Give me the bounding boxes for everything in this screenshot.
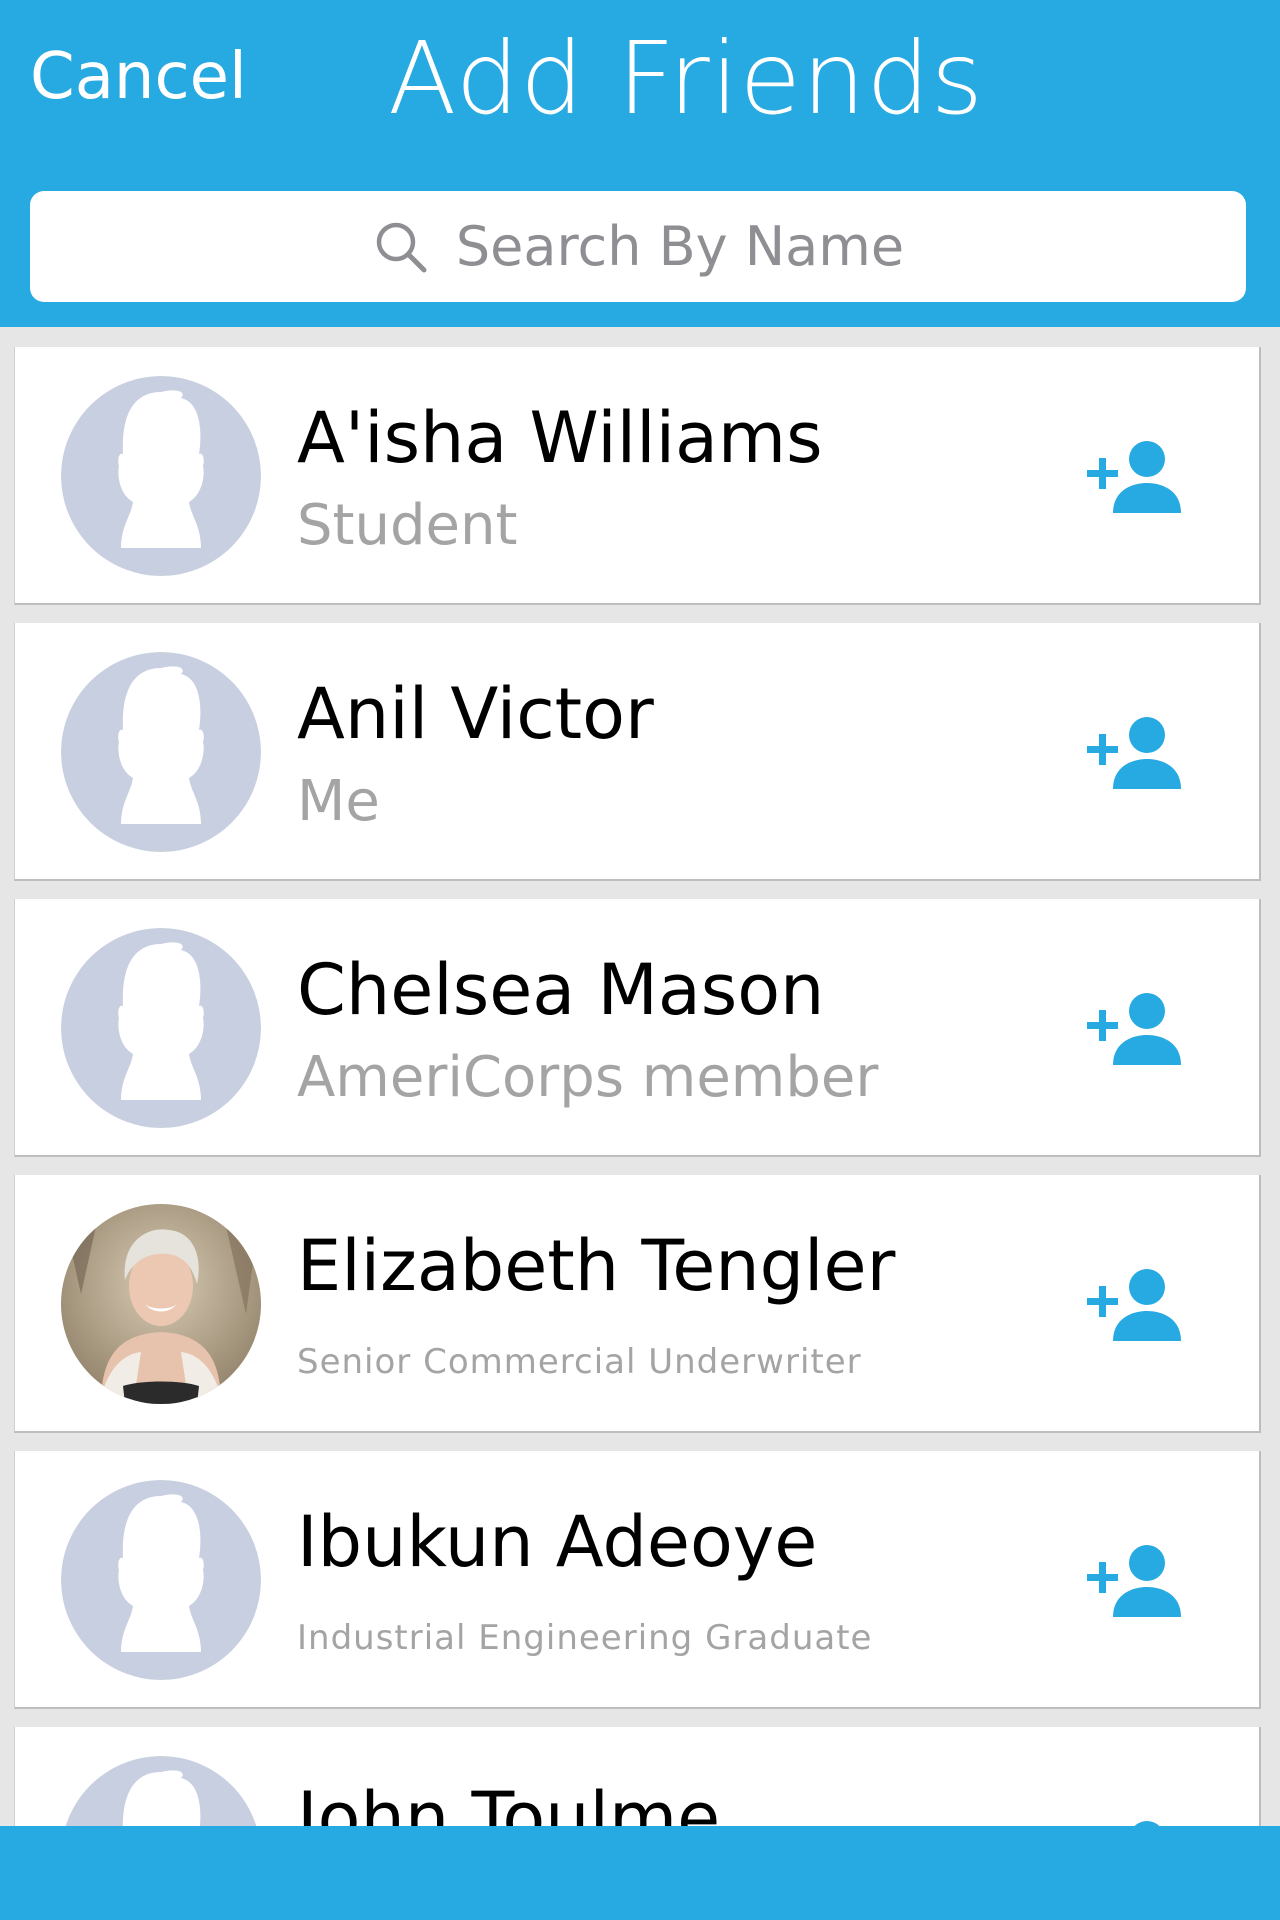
list-item[interactable]: Elizabeth Tengler Senior Commercial Unde…: [14, 1175, 1261, 1433]
default-avatar-icon: [61, 652, 261, 852]
list-item[interactable]: Chelsea Mason AmeriCorps member: [14, 899, 1261, 1157]
add-friend-icon[interactable]: [1087, 1819, 1183, 1826]
bottom-bar: [0, 1826, 1280, 1920]
default-avatar-icon: [61, 1480, 261, 1680]
add-friend-icon[interactable]: [1087, 715, 1183, 789]
contact-name: Anil Victor: [297, 673, 654, 755]
contact-name: Ibukun Adeoye: [297, 1501, 818, 1583]
page-title: Add Friends: [388, 20, 985, 137]
contact-subtitle: AmeriCorps member: [297, 1045, 879, 1110]
contact-subtitle: Me: [297, 769, 380, 834]
default-avatar-icon: [61, 376, 261, 576]
contact-name: John Toulme: [297, 1777, 721, 1826]
list-item[interactable]: John Toulme: [14, 1727, 1261, 1826]
contact-name: A'isha Williams: [297, 397, 823, 479]
search-icon: [376, 222, 427, 272]
list-item[interactable]: Ibukun Adeoye Industrial Engineering Gra…: [14, 1451, 1261, 1709]
contact-name: Elizabeth Tengler: [297, 1225, 896, 1307]
cancel-button[interactable]: Cancel: [30, 40, 247, 114]
search-input[interactable]: Search By Name: [30, 191, 1246, 302]
add-friend-icon[interactable]: [1087, 991, 1183, 1065]
profile-photo: [61, 1204, 261, 1404]
search-placeholder: Search By Name: [455, 215, 905, 278]
contact-subtitle: Student: [297, 493, 518, 558]
add-friend-icon[interactable]: [1087, 1267, 1183, 1341]
navigation-header: Cancel Add Friends Search By Name: [0, 0, 1280, 327]
default-avatar-icon: [61, 928, 261, 1128]
list-item[interactable]: A'isha Williams Student: [14, 347, 1261, 605]
add-friend-icon[interactable]: [1087, 1543, 1183, 1617]
add-friend-icon[interactable]: [1087, 439, 1183, 513]
list-item[interactable]: Anil Victor Me: [14, 623, 1261, 881]
default-avatar-icon: [61, 1756, 261, 1826]
contact-name: Chelsea Mason: [297, 949, 825, 1031]
contact-subtitle: Industrial Engineering Graduate: [297, 1618, 873, 1658]
contact-subtitle: Senior Commercial Underwriter: [297, 1342, 862, 1382]
friend-list[interactable]: A'isha Williams Student Anil Victor Me C…: [0, 327, 1280, 1826]
